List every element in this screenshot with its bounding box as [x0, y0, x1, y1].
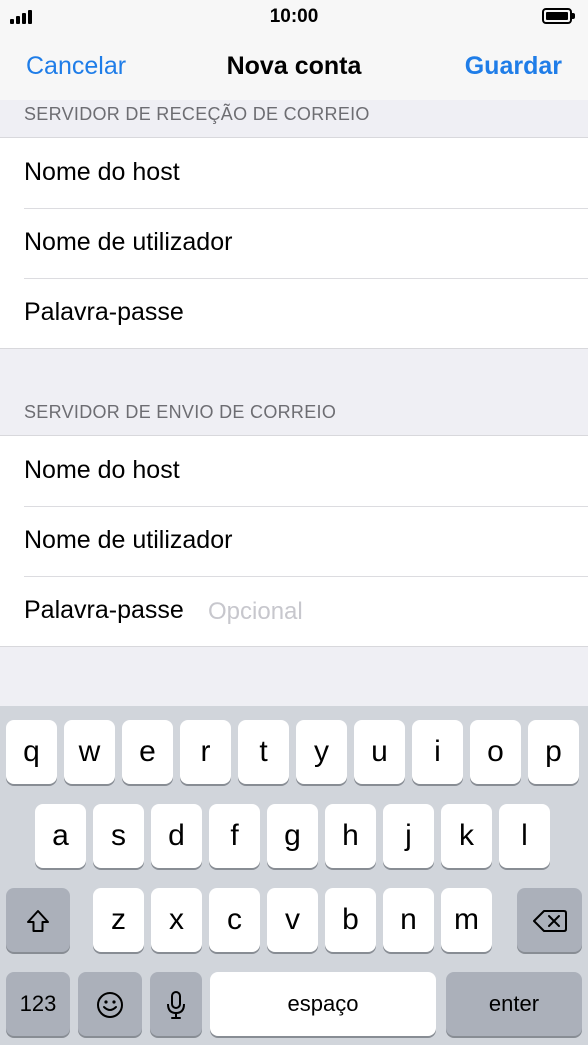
incoming-hostname-row[interactable]: Nome do host [0, 138, 588, 208]
key-y[interactable]: y [296, 720, 347, 784]
key-m[interactable]: m [441, 888, 492, 952]
key-n[interactable]: n [383, 888, 434, 952]
delete-icon [532, 910, 567, 933]
incoming-password-row[interactable]: Palavra-passe [0, 278, 588, 348]
outgoing-hostname-row[interactable]: Nome do host [0, 436, 588, 506]
key-i[interactable]: i [412, 720, 463, 784]
enter-key[interactable]: enter [446, 972, 582, 1036]
key-q[interactable]: q [6, 720, 57, 784]
microphone-key[interactable] [150, 972, 202, 1036]
outgoing-server-group: Nome do host Nome de utilizador Palavra-… [0, 435, 588, 647]
outgoing-password-placeholder[interactable]: Opcional [208, 598, 303, 626]
emoji-key[interactable] [78, 972, 142, 1036]
key-a[interactable]: a [35, 804, 86, 868]
status-bar: 10:00 [0, 0, 588, 34]
outgoing-password-label: Palavra-passe [24, 596, 184, 624]
key-d[interactable]: d [151, 804, 202, 868]
incoming-username-label: Nome de utilizador [24, 228, 233, 256]
incoming-username-row[interactable]: Nome de utilizador [0, 208, 588, 278]
key-p[interactable]: p [528, 720, 579, 784]
outgoing-username-row[interactable]: Nome de utilizador [0, 506, 588, 576]
key-e[interactable]: e [122, 720, 173, 784]
key-r[interactable]: r [180, 720, 231, 784]
key-v[interactable]: v [267, 888, 318, 952]
shift-key[interactable] [6, 888, 70, 952]
key-g[interactable]: g [267, 804, 318, 868]
emoji-icon [97, 992, 123, 1019]
space-key[interactable]: espaço [210, 972, 436, 1036]
incoming-server-group: Nome do host Nome de utilizador Palavra-… [0, 137, 588, 349]
outgoing-username-label: Nome de utilizador [24, 526, 233, 554]
incoming-hostname-label: Nome do host [24, 158, 180, 186]
battery-icon [542, 8, 575, 24]
incoming-password-label: Palavra-passe [24, 298, 184, 326]
key-l[interactable]: l [499, 804, 550, 868]
key-w[interactable]: w [64, 720, 115, 784]
incoming-section-header: SERVIDOR DE RECEÇÃO DE CORREIO [24, 104, 370, 124]
key-z[interactable]: z [93, 888, 144, 952]
numbers-key[interactable]: 123 [6, 972, 70, 1036]
key-s[interactable]: s [93, 804, 144, 868]
outgoing-password-row[interactable]: Palavra-passe Opcional [0, 576, 588, 646]
key-o[interactable]: o [470, 720, 521, 784]
cancel-button[interactable]: Cancelar [26, 52, 126, 81]
key-u[interactable]: u [354, 720, 405, 784]
outgoing-hostname-label: Nome do host [24, 456, 180, 484]
keyboard: q w e r t y u i o p a s d f g h j k l z … [0, 706, 588, 1045]
key-h[interactable]: h [325, 804, 376, 868]
key-t[interactable]: t [238, 720, 289, 784]
navigation-bar: Cancelar Nova conta Guardar [0, 34, 588, 100]
key-k[interactable]: k [441, 804, 492, 868]
key-f[interactable]: f [209, 804, 260, 868]
delete-key[interactable] [517, 888, 582, 952]
key-c[interactable]: c [209, 888, 260, 952]
microphone-icon [167, 991, 185, 1020]
shift-icon [27, 910, 49, 933]
outgoing-section-header: SERVIDOR DE ENVIO DE CORREIO [24, 402, 337, 422]
save-button[interactable]: Guardar [465, 52, 562, 81]
key-b[interactable]: b [325, 888, 376, 952]
key-x[interactable]: x [151, 888, 202, 952]
key-j[interactable]: j [383, 804, 434, 868]
status-time: 10:00 [269, 6, 319, 27]
